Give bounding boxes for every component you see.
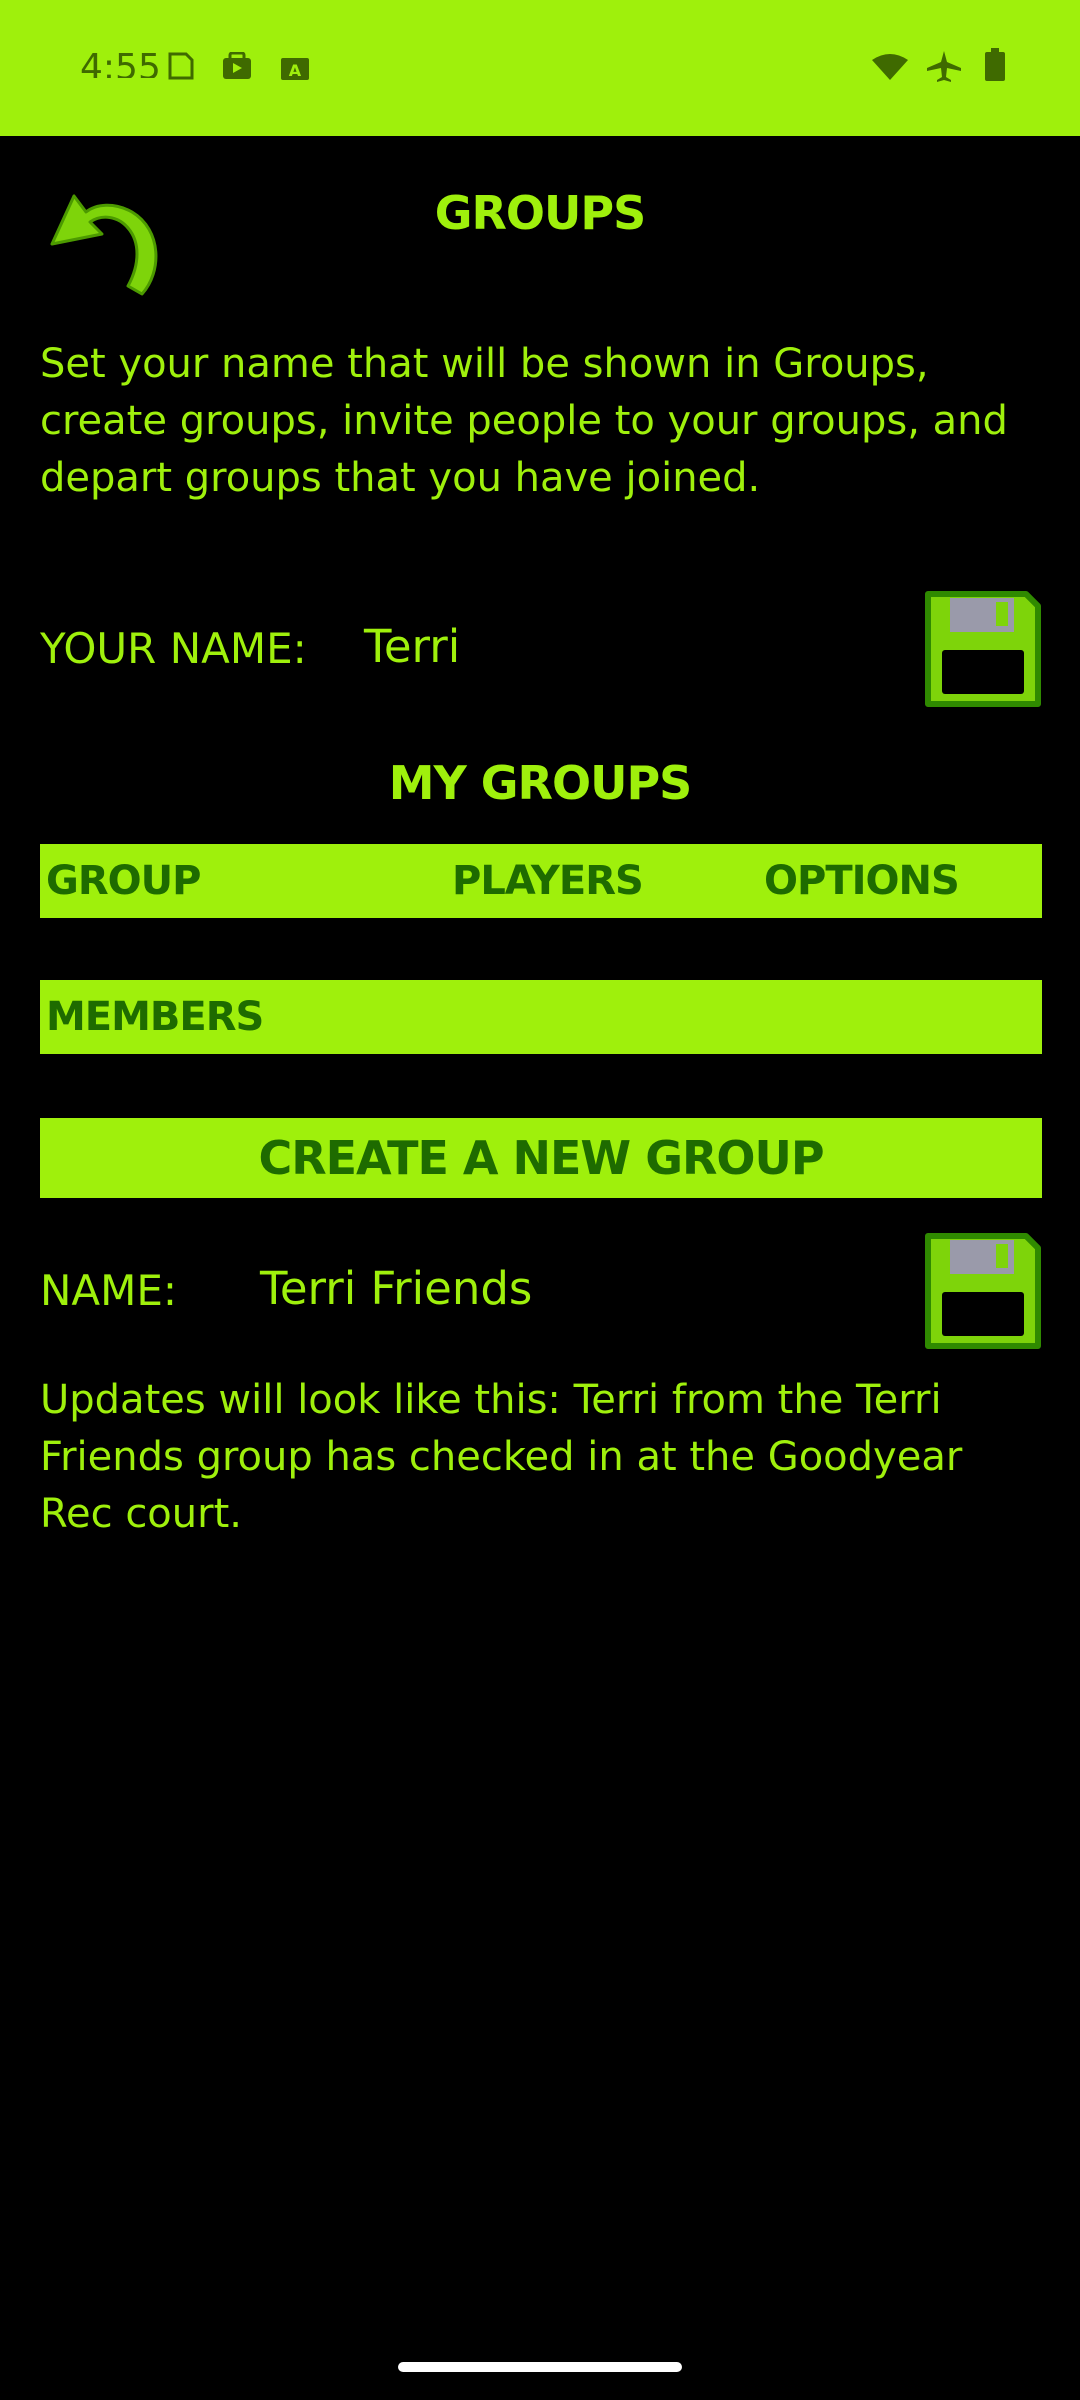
wifi-icon xyxy=(872,54,908,80)
your-name-field[interactable]: Terri xyxy=(364,620,460,673)
create-new-group-button[interactable]: CREATE A NEW GROUP xyxy=(40,1118,1042,1198)
updates-note: Updates will look like this: Terri from … xyxy=(40,1377,963,1537)
column-header-options: OPTIONS xyxy=(764,858,960,904)
save-group-icon[interactable] xyxy=(924,1232,1042,1350)
members-label: MEMBERS xyxy=(46,994,264,1040)
play-store-icon xyxy=(223,52,251,79)
group-name-label: NAME: xyxy=(40,1266,178,1315)
group-name-field[interactable]: Terri Friends xyxy=(260,1262,532,1315)
status-bar: 4:55 A xyxy=(0,0,1080,136)
home-indicator[interactable] xyxy=(398,2362,682,2372)
my-groups-heading: MY GROUPS xyxy=(388,756,693,810)
groups-description: Set your name that will be shown in Grou… xyxy=(40,341,1008,501)
groups-screen: GROUPS Set your name that will be shown … xyxy=(0,136,1080,2400)
svg-text:A: A xyxy=(289,61,302,80)
keyboard-icon: A xyxy=(281,58,309,80)
airplane-mode-icon xyxy=(927,51,961,82)
column-header-players: PLAYERS xyxy=(452,858,644,904)
battery-icon xyxy=(985,48,1005,81)
status-time: 4:55 xyxy=(80,47,161,78)
sim-card-icon xyxy=(168,52,194,80)
members-header: MEMBERS xyxy=(40,980,1042,1054)
save-name-icon[interactable] xyxy=(924,590,1042,708)
page-title: GROUPS xyxy=(434,186,646,240)
groups-table-header: GROUP PLAYERS OPTIONS xyxy=(40,844,1042,918)
your-name-label: YOUR NAME: xyxy=(40,624,307,673)
column-header-group: GROUP xyxy=(46,858,201,904)
